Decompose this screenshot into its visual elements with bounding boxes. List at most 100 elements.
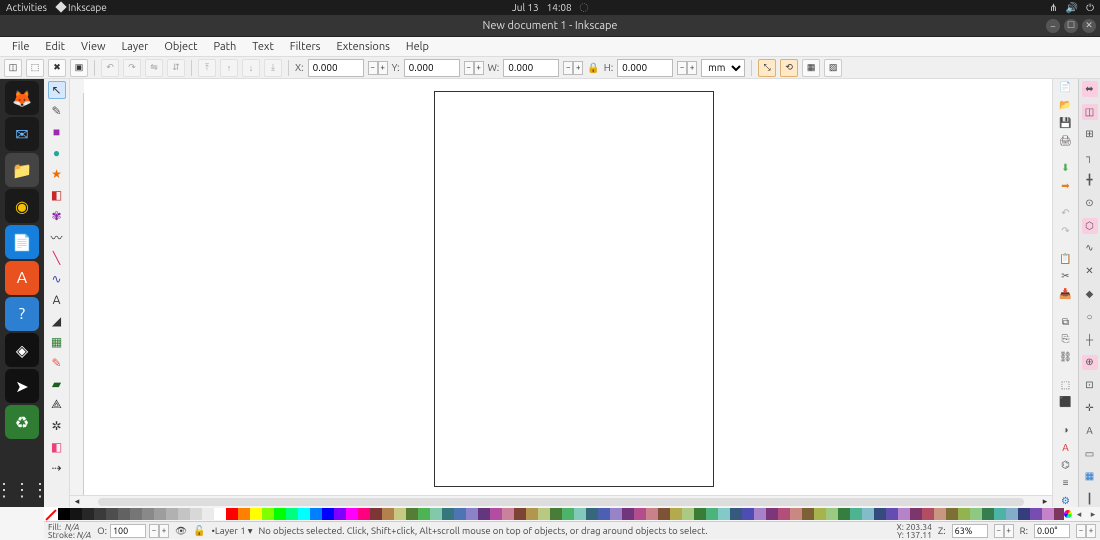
lower-bottom-button[interactable]: ⤓: [264, 59, 282, 77]
color-swatch[interactable]: [322, 508, 334, 520]
dock-terminal[interactable]: ➤: [5, 369, 39, 403]
menu-help[interactable]: Help: [398, 39, 437, 55]
color-swatch[interactable]: [658, 508, 670, 520]
activities-button[interactable]: Activities: [6, 2, 47, 13]
snap-rotation-center-button[interactable]: ✛: [1082, 400, 1098, 416]
dock-inkscape[interactable]: ◈: [5, 333, 39, 367]
flip-h-button[interactable]: ⇋: [145, 59, 163, 77]
rotation-stepper[interactable]: −+: [1076, 524, 1096, 538]
tweak-tool[interactable]: ⟁: [48, 396, 66, 414]
box3d-tool[interactable]: ◧: [48, 186, 66, 204]
cut-button[interactable]: ✂: [1058, 270, 1074, 283]
vertical-ruler[interactable]: [70, 93, 84, 495]
snap-line-mid-button[interactable]: ┼: [1082, 332, 1098, 348]
color-swatch[interactable]: [346, 508, 358, 520]
color-swatch[interactable]: [1006, 508, 1018, 520]
color-swatch[interactable]: [994, 508, 1006, 520]
rotate-ccw-button[interactable]: ↶: [101, 59, 119, 77]
lock-ratio-button[interactable]: 🔒: [587, 62, 599, 74]
print-button[interactable]: 🖨: [1058, 134, 1074, 147]
menu-filters[interactable]: Filters: [282, 39, 329, 55]
xml-editor-button[interactable]: ⌬: [1058, 459, 1074, 472]
scale-stroke-button[interactable]: ⤡: [758, 59, 776, 77]
opacity-stepper[interactable]: −+: [149, 524, 169, 538]
menu-view[interactable]: View: [73, 39, 114, 55]
color-swatch[interactable]: [754, 508, 766, 520]
snap-smooth-button[interactable]: ○: [1082, 309, 1098, 325]
snap-intersection-button[interactable]: ✕: [1082, 263, 1098, 279]
snap-enable-button[interactable]: ⬌: [1082, 81, 1098, 97]
color-swatch[interactable]: [982, 508, 994, 520]
color-swatch[interactable]: [886, 508, 898, 520]
snap-nodes-button[interactable]: ⬡: [1082, 218, 1098, 234]
new-doc-button[interactable]: 📄: [1058, 81, 1074, 94]
w-stepper[interactable]: −+: [563, 61, 583, 75]
color-swatch[interactable]: [238, 508, 250, 520]
color-swatch[interactable]: [670, 508, 682, 520]
raise-button[interactable]: ↑: [220, 59, 238, 77]
color-swatch[interactable]: [826, 508, 838, 520]
flip-v-button[interactable]: ⇵: [167, 59, 185, 77]
mesh-tool[interactable]: ▦: [48, 333, 66, 351]
color-swatch[interactable]: [922, 508, 934, 520]
palette-scroll-right[interactable]: ▸: [1086, 507, 1100, 521]
color-swatch[interactable]: [898, 508, 910, 520]
unlink-clone-button[interactable]: ⛓: [1058, 351, 1074, 364]
color-swatch[interactable]: [442, 508, 454, 520]
gradient-tool[interactable]: ◢: [48, 312, 66, 330]
rotation-input[interactable]: [1034, 524, 1070, 538]
w-input[interactable]: [503, 59, 559, 77]
layer-lock-button[interactable]: 🔓: [193, 525, 205, 537]
gnome-date[interactable]: Jul 13: [512, 2, 539, 13]
x-stepper[interactable]: −+: [368, 61, 388, 75]
duplicate-button[interactable]: ⧉: [1058, 315, 1074, 328]
menu-text[interactable]: Text: [244, 39, 282, 55]
dock-apps-grid[interactable]: ⋮⋮⋮: [5, 473, 39, 507]
volume-icon[interactable]: 🔊: [1066, 2, 1078, 14]
snap-bbox-button[interactable]: ◫: [1082, 104, 1098, 120]
current-app[interactable]: Inkscape: [57, 2, 107, 13]
notification-icon[interactable]: ◌: [580, 2, 588, 13]
pencil-tool[interactable]: 〰: [48, 228, 66, 246]
color-swatch[interactable]: [910, 508, 922, 520]
color-swatch[interactable]: [622, 508, 634, 520]
snap-midpoint-button[interactable]: ╋: [1082, 172, 1098, 188]
x-input[interactable]: [308, 59, 364, 77]
clone-button[interactable]: ⎘: [1058, 333, 1074, 346]
align-button[interactable]: ≡: [1058, 477, 1074, 490]
color-swatch[interactable]: [694, 508, 706, 520]
color-swatch[interactable]: [838, 508, 850, 520]
color-swatch[interactable]: [370, 508, 382, 520]
color-swatch[interactable]: [286, 508, 298, 520]
menu-file[interactable]: File: [4, 39, 37, 55]
color-swatch[interactable]: [790, 508, 802, 520]
dock-writer[interactable]: 📄: [5, 225, 39, 259]
snap-page-border-button[interactable]: ▭: [1082, 446, 1098, 462]
snap-object-center-button[interactable]: ⊡: [1082, 377, 1098, 393]
color-swatch[interactable]: [502, 508, 514, 520]
dock-software[interactable]: A: [5, 261, 39, 295]
snap-text-baseline-button[interactable]: A: [1082, 423, 1098, 439]
canvas[interactable]: [84, 93, 1052, 495]
color-swatch[interactable]: [130, 508, 142, 520]
menu-extensions[interactable]: Extensions: [328, 39, 397, 55]
dock-trash[interactable]: ♻: [5, 405, 39, 439]
snap-others-button[interactable]: ⊕: [1082, 355, 1098, 371]
connector-tool[interactable]: ⇢: [48, 459, 66, 477]
color-swatch[interactable]: [778, 508, 790, 520]
color-swatch[interactable]: [802, 508, 814, 520]
color-swatch[interactable]: [466, 508, 478, 520]
rotate-cw-button[interactable]: ↷: [123, 59, 141, 77]
color-swatch[interactable]: [430, 508, 442, 520]
layer-selector[interactable]: •Layer 1 ▾: [211, 525, 252, 537]
layer-visibility-button[interactable]: 👁: [175, 525, 187, 537]
menu-object[interactable]: Object: [156, 39, 205, 55]
color-swatch[interactable]: [550, 508, 562, 520]
color-swatch[interactable]: [310, 508, 322, 520]
color-swatch[interactable]: [418, 508, 430, 520]
export-button[interactable]: ➡: [1058, 179, 1074, 192]
menu-path[interactable]: Path: [206, 39, 245, 55]
color-swatch[interactable]: [1018, 508, 1030, 520]
dock-rhythmbox[interactable]: ◉: [5, 189, 39, 223]
color-swatch[interactable]: [526, 508, 538, 520]
